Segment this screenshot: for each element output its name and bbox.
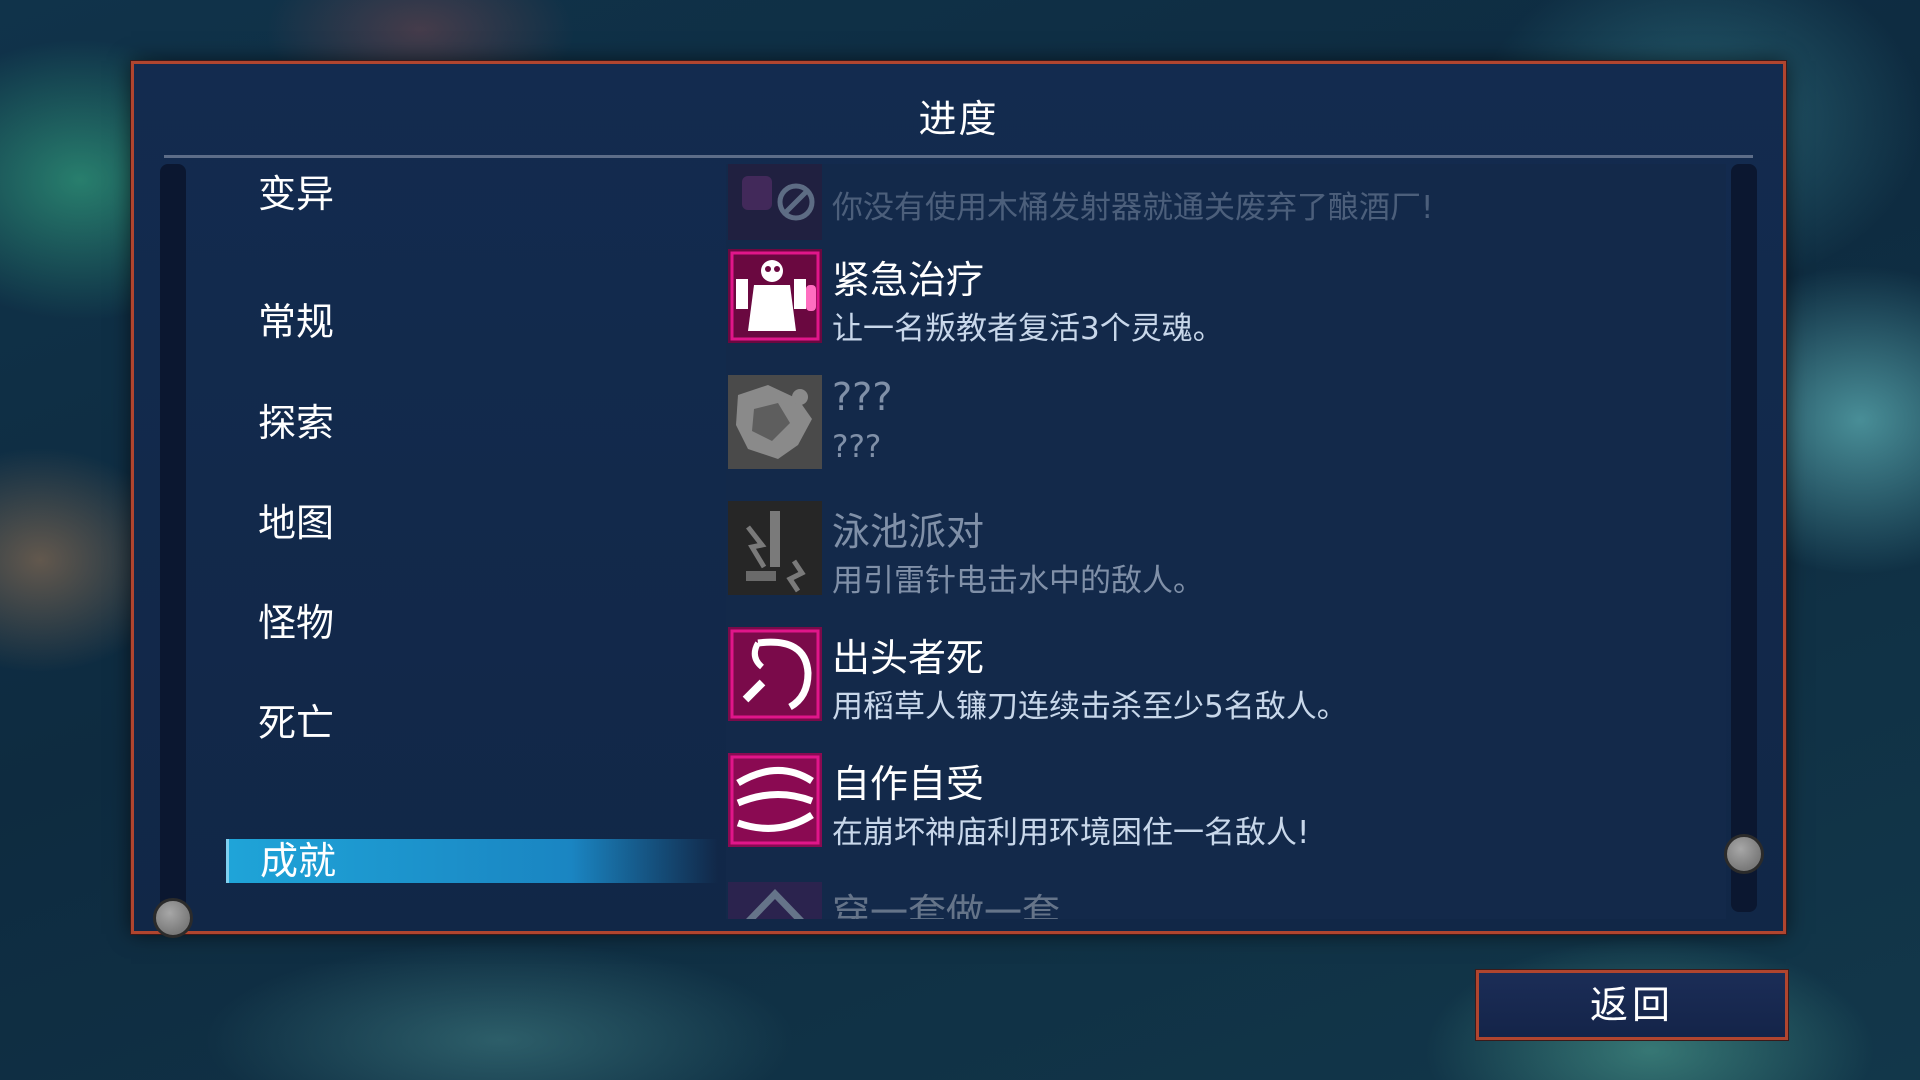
achievement-row[interactable]: 自作自受 在崩坏神庙利用环境困住一名敌人! xyxy=(726,753,1726,853)
achievement-row[interactable]: 穿一套做一套 xyxy=(726,882,1726,919)
achievement-description: 用稻草人镰刀连续击杀至少5名敌人。 xyxy=(832,689,1348,725)
progress-panel: 进度 变异 常规 探索 地图 怪物 死亡 成就 你没有使用木桶发射器就通关废弃了… xyxy=(131,61,1786,938)
achievement-name: 出头者死 xyxy=(832,636,985,680)
category-scrollbar[interactable] xyxy=(160,164,186,924)
category-scroll-knob[interactable] xyxy=(153,898,193,938)
trap-icon xyxy=(728,753,822,847)
back-button[interactable]: 返回 xyxy=(1476,970,1788,1040)
achievement-row[interactable]: ??? ??? xyxy=(726,375,1726,475)
category-map[interactable]: 地图 xyxy=(238,503,718,543)
category-general[interactable]: 常规 xyxy=(238,302,718,342)
achievement-row[interactable]: 你没有使用木桶发射器就通关废弃了酿酒厂! xyxy=(726,164,1726,246)
achievement-name: 自作自受 xyxy=(832,762,985,806)
lightning-rod-icon xyxy=(728,501,822,595)
category-exploration[interactable]: 探索 xyxy=(238,403,718,443)
outfit-icon xyxy=(728,882,822,919)
title-divider xyxy=(164,155,1753,158)
category-mutations[interactable]: 变异 xyxy=(238,174,718,214)
achievement-description: ??? xyxy=(832,429,882,465)
scythe-icon xyxy=(728,627,822,721)
achievement-scroll-knob[interactable] xyxy=(1724,834,1764,874)
panel-title: 进度 xyxy=(918,97,999,141)
achievement-description: 在崩坏神庙利用环境困住一名敌人! xyxy=(832,815,1310,851)
unknown-achievement-icon xyxy=(728,375,822,469)
achievement-list[interactable]: 你没有使用木桶发射器就通关废弃了酿酒厂! 紧急治疗 让一名叛教者复活3个灵魂。 xyxy=(726,164,1726,919)
achievement-name: 穿一套做一套 xyxy=(832,891,1061,919)
achievement-name: 紧急治疗 xyxy=(832,258,985,302)
achievement-row[interactable]: 泳池派对 用引雷针电击水中的敌人。 xyxy=(726,501,1726,601)
achievement-description: 让一名叛教者复活3个灵魂。 xyxy=(832,311,1224,347)
achievement-row[interactable]: 紧急治疗 让一名叛教者复活3个灵魂。 xyxy=(726,249,1726,349)
category-achievements[interactable]: 成就 xyxy=(226,839,718,883)
achievement-name: 泳池派对 xyxy=(832,510,985,554)
category-deaths[interactable]: 死亡 xyxy=(238,703,718,743)
category-monsters[interactable]: 怪物 xyxy=(238,603,718,643)
renegade-revive-icon xyxy=(728,249,822,343)
achievement-scrollbar[interactable] xyxy=(1731,164,1757,912)
achievement-name: ??? xyxy=(832,375,893,419)
barrel-launcher-icon xyxy=(728,164,822,240)
achievement-row[interactable]: 出头者死 用稻草人镰刀连续击杀至少5名敌人。 xyxy=(726,627,1726,727)
achievement-description: 用引雷针电击水中的敌人。 xyxy=(832,563,1204,599)
achievement-description: 你没有使用木桶发射器就通关废弃了酿酒厂! xyxy=(832,190,1434,226)
